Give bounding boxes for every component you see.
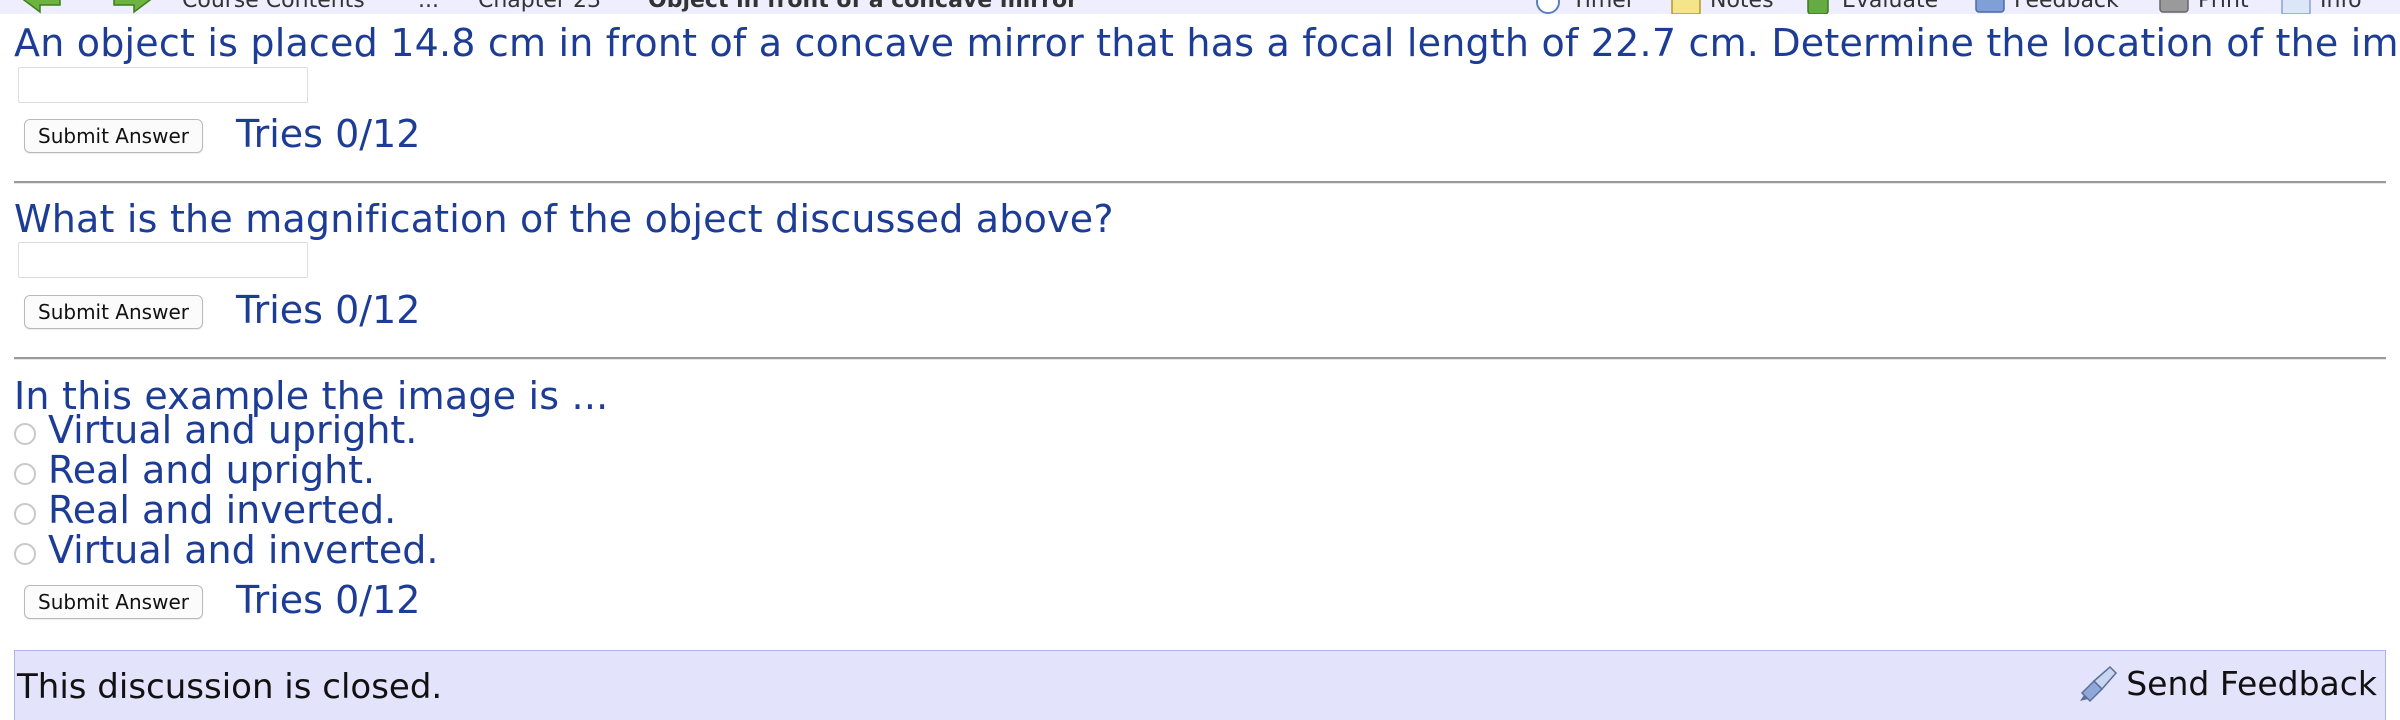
feedback-tool[interactable]: Feedback	[1972, 0, 2119, 14]
discussion-bar: This discussion is closed. Send Feedback	[14, 650, 2386, 720]
printer-icon	[2159, 0, 2189, 13]
info-tool[interactable]: Info	[2278, 0, 2362, 14]
question-2-text: What is the magnification of the object …	[14, 197, 1114, 241]
send-feedback-label[interactable]: Send Feedback	[2126, 664, 2377, 703]
info-icon	[2281, 0, 2311, 14]
radio-button[interactable]	[14, 543, 36, 565]
breadcrumb-course-contents[interactable]: Course Contents	[182, 0, 365, 13]
submit-answer-button-2[interactable]: Submit Answer	[24, 295, 203, 329]
radio-button[interactable]	[14, 503, 36, 525]
answer-field-2[interactable]	[18, 242, 308, 278]
info-label: Info	[2320, 0, 2362, 13]
send-feedback-link[interactable]: Send Feedback	[2076, 663, 2377, 703]
section-divider	[14, 181, 2386, 184]
notes-tool[interactable]: Notes	[1668, 0, 1774, 14]
tries-counter-3: Tries 0/12	[236, 578, 421, 622]
radio-option-label[interactable]: Real and inverted.	[48, 488, 396, 532]
notes-label: Notes	[1710, 0, 1774, 13]
top-toolbar: Course Contents ... Chapter 23 Object in…	[0, 0, 2400, 14]
radio-option-real-upright[interactable]: Real and upright.	[14, 448, 375, 492]
submit-answer-button-1[interactable]: Submit Answer	[24, 119, 203, 153]
clock-icon	[1536, 0, 1560, 14]
radio-button[interactable]	[14, 463, 36, 485]
radio-option-label[interactable]: Real and upright.	[48, 448, 375, 492]
timer-tool[interactable]: Timer	[1530, 0, 1635, 14]
notes-icon	[1671, 0, 1701, 14]
print-tool[interactable]: Print	[2156, 0, 2249, 14]
evaluate-icon	[1807, 0, 1829, 14]
tries-counter-1: Tries 0/12	[236, 112, 421, 156]
breadcrumb-chapter[interactable]: Chapter 23	[478, 0, 601, 13]
radio-option-real-inverted[interactable]: Real and inverted.	[14, 488, 396, 532]
feedback-label: Feedback	[2014, 0, 2119, 13]
timer-label: Timer	[1572, 0, 1635, 13]
radio-option-virtual-inverted[interactable]: Virtual and inverted.	[14, 528, 438, 572]
radio-option-virtual-upright[interactable]: Virtual and upright.	[14, 408, 417, 452]
radio-option-label[interactable]: Virtual and upright.	[48, 408, 417, 452]
radio-option-label[interactable]: Virtual and inverted.	[48, 528, 438, 572]
answer-field-1[interactable]	[18, 67, 308, 103]
forward-arrow-icon[interactable]	[110, 0, 154, 14]
evaluate-tool[interactable]: Evaluate	[1800, 0, 1938, 14]
submit-answer-button-3[interactable]: Submit Answer	[24, 585, 203, 619]
print-label: Print	[2198, 0, 2249, 13]
feedback-icon	[1975, 0, 2005, 13]
question-1-text: An object is placed 14.8 cm in front of …	[14, 21, 2400, 65]
breadcrumb-current-page: Object in front of a concave mirror	[648, 0, 1078, 13]
tries-counter-2: Tries 0/12	[236, 288, 421, 332]
breadcrumb-ellipsis[interactable]: ...	[418, 0, 439, 13]
send-feedback-icon	[2080, 665, 2118, 703]
back-arrow-icon[interactable]	[20, 0, 64, 14]
evaluate-label: Evaluate	[1842, 0, 1939, 13]
radio-button[interactable]	[14, 423, 36, 445]
discussion-status: This discussion is closed.	[17, 667, 443, 707]
section-divider	[14, 357, 2386, 360]
